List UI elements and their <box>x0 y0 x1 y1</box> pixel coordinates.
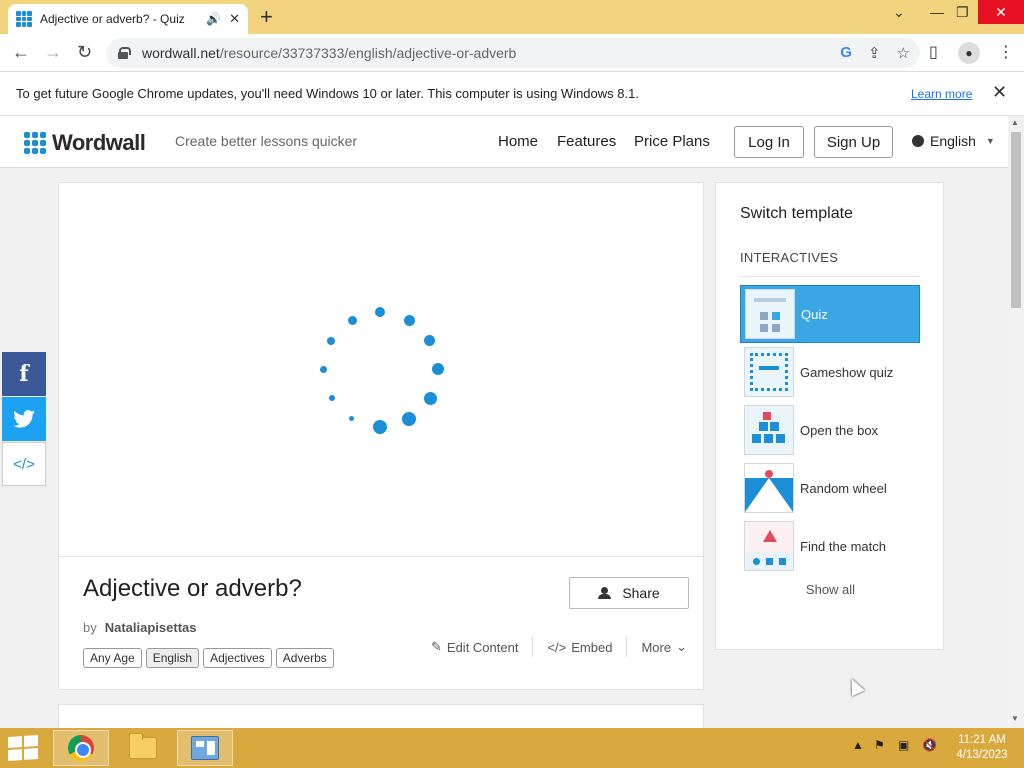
template-random-wheel[interactable]: Random wheel <box>740 459 920 517</box>
next-card <box>58 704 704 728</box>
taskbar-control-panel[interactable] <box>177 730 233 766</box>
action-center-flag-icon[interactable]: ⚑ <box>874 738 885 752</box>
windows-start-icon[interactable] <box>8 734 38 762</box>
taskbar-file-explorer[interactable] <box>115 730 171 766</box>
edit-content-button[interactable]: ✎ Edit Content <box>431 639 518 655</box>
section-label: INTERACTIVES <box>740 250 839 265</box>
more-button[interactable]: More ⌄ <box>641 639 687 655</box>
activity-card: Adjective or adverb? by Nataliapisettas S… <box>58 182 704 690</box>
infobar-message: To get future Google Chrome updates, you… <box>16 86 639 101</box>
lock-icon[interactable] <box>118 47 131 59</box>
byline: by Nataliapisettas <box>83 620 197 635</box>
panel-title: Switch template <box>740 205 853 222</box>
tag-any-age[interactable]: Any Age <box>83 648 142 668</box>
tagline: Create better lessons quicker <box>175 133 358 149</box>
activity-title: Adjective or adverb? <box>83 575 302 602</box>
pencil-icon: ✎ <box>431 639 442 654</box>
facebook-share-icon[interactable]: f <box>2 352 46 396</box>
page-scrollbar[interactable]: ▲ ▼ <box>1008 116 1024 728</box>
profile-avatar-icon[interactable]: ● <box>958 42 980 64</box>
language-label: English <box>930 133 976 149</box>
forward-icon[interactable]: → <box>44 42 62 63</box>
scroll-thumb[interactable] <box>1011 132 1021 308</box>
taskbar-chrome[interactable] <box>53 730 109 766</box>
game-area[interactable] <box>59 183 703 557</box>
new-tab-icon[interactable]: + <box>260 6 273 28</box>
embed-share-icon[interactable]: </> <box>2 442 46 486</box>
chevron-down-icon: ⌄ <box>676 639 687 654</box>
site-header: Wordwall Create better lessons quicker H… <box>0 116 1008 168</box>
clock-date: 4/13/2023 <box>956 749 1008 761</box>
bookmark-star-icon[interactable]: ☆ <box>897 44 910 62</box>
browser-tab[interactable]: Adjective or adverb? - Quiz 🔊 ✕ <box>8 4 248 34</box>
login-button[interactable]: Log In <box>734 126 804 158</box>
taskbar-clock[interactable]: 11:21 AM 4/13/2023 <box>948 733 1016 763</box>
address-bar[interactable]: wordwall.net/resource/33737333/english/a… <box>106 38 920 68</box>
template-find-the-match[interactable]: Find the match <box>740 517 920 575</box>
random-wheel-thumbnail-icon <box>744 463 794 513</box>
switch-template-panel: Switch template INTERACTIVES Quiz Gamesh… <box>715 182 944 650</box>
clock-time: 11:21 AM <box>958 734 1006 746</box>
quiz-thumbnail-icon <box>745 289 795 339</box>
wordwall-logo[interactable]: Wordwall <box>24 130 146 156</box>
tray-expand-icon[interactable]: ▲ <box>852 738 864 752</box>
tab-search-icon[interactable]: ⌄ <box>893 4 905 21</box>
side-panel-icon[interactable]: ▯ <box>929 42 938 62</box>
scroll-down-icon[interactable]: ▼ <box>1011 714 1019 723</box>
window-close-icon[interactable]: ✕ <box>978 0 1024 24</box>
gameshow-thumbnail-icon <box>744 347 794 397</box>
reload-icon[interactable]: ↻ <box>77 42 92 63</box>
person-icon <box>598 587 612 599</box>
google-icon[interactable]: G <box>840 44 852 62</box>
tag-list: Any Age English Adjectives Adverbs <box>83 648 334 668</box>
browser-toolbar: ← → ↻ wordwall.net/resource/33737333/eng… <box>0 34 1024 72</box>
web-page: Wordwall Create better lessons quicker H… <box>0 116 1008 728</box>
caret-down-icon: ▼ <box>985 136 995 146</box>
logo-text: Wordwall <box>52 130 146 155</box>
embed-button[interactable]: </> Embed <box>547 640 612 655</box>
share-page-icon[interactable]: ⇪ <box>868 44 881 62</box>
infobar-close-icon[interactable]: ✕ <box>992 82 1007 103</box>
tab-close-icon[interactable]: ✕ <box>229 11 240 27</box>
tag-adjectives[interactable]: Adjectives <box>203 648 272 668</box>
windows-taskbar: ▲ ⚑ ▣ 🔇 11:21 AM 4/13/2023 <box>0 728 1024 768</box>
restore-icon[interactable]: ❐ <box>956 4 969 21</box>
share-button[interactable]: Share <box>569 577 689 609</box>
scroll-up-icon[interactable]: ▲ <box>1011 118 1019 127</box>
tag-english[interactable]: English <box>145 648 200 668</box>
open-box-thumbnail-icon <box>744 405 794 455</box>
globe-icon <box>912 135 924 147</box>
code-icon: </> <box>547 639 567 655</box>
tab-title: Adjective or adverb? - Quiz <box>40 12 185 26</box>
speaker-icon[interactable]: 🔊 <box>206 12 221 26</box>
network-icon[interactable]: ▣ <box>898 738 909 752</box>
back-icon[interactable]: ← <box>12 42 30 63</box>
url-text: wordwall.net/resource/33737333/english/a… <box>142 45 517 61</box>
language-selector[interactable]: English ▼ <box>912 133 995 149</box>
template-gameshow-quiz[interactable]: Gameshow quiz <box>740 343 920 401</box>
author-link[interactable]: Nataliapisettas <box>105 620 197 635</box>
twitter-share-icon[interactable] <box>2 397 46 441</box>
nav-features[interactable]: Features <box>557 133 616 150</box>
show-all-link[interactable]: Show all <box>716 582 945 597</box>
control-panel-icon <box>191 736 219 760</box>
nav-price-plans[interactable]: Price Plans <box>634 133 710 150</box>
activity-actions: ✎ Edit Content </> Embed More ⌄ <box>431 637 687 657</box>
minimize-icon[interactable]: — <box>930 4 944 20</box>
folder-icon <box>129 733 157 759</box>
wordwall-logo-icon <box>24 132 46 154</box>
signup-button[interactable]: Sign Up <box>814 126 893 158</box>
wordwall-favicon-icon <box>16 11 32 27</box>
menu-kebab-icon[interactable]: ⋮ <box>998 42 1014 62</box>
template-open-the-box[interactable]: Open the box <box>740 401 920 459</box>
learn-more-link[interactable]: Learn more <box>911 87 972 101</box>
chrome-icon <box>68 735 94 761</box>
update-infobar: To get future Google Chrome updates, you… <box>0 72 1024 116</box>
template-quiz[interactable]: Quiz <box>740 285 920 343</box>
volume-muted-icon[interactable]: 🔇 <box>922 738 937 752</box>
tab-strip: Adjective or adverb? - Quiz 🔊 ✕ + ⌄ — ❐ … <box>0 0 1024 34</box>
find-match-thumbnail-icon <box>744 521 794 571</box>
nav-home[interactable]: Home <box>498 133 538 150</box>
tag-adverbs[interactable]: Adverbs <box>275 648 334 668</box>
